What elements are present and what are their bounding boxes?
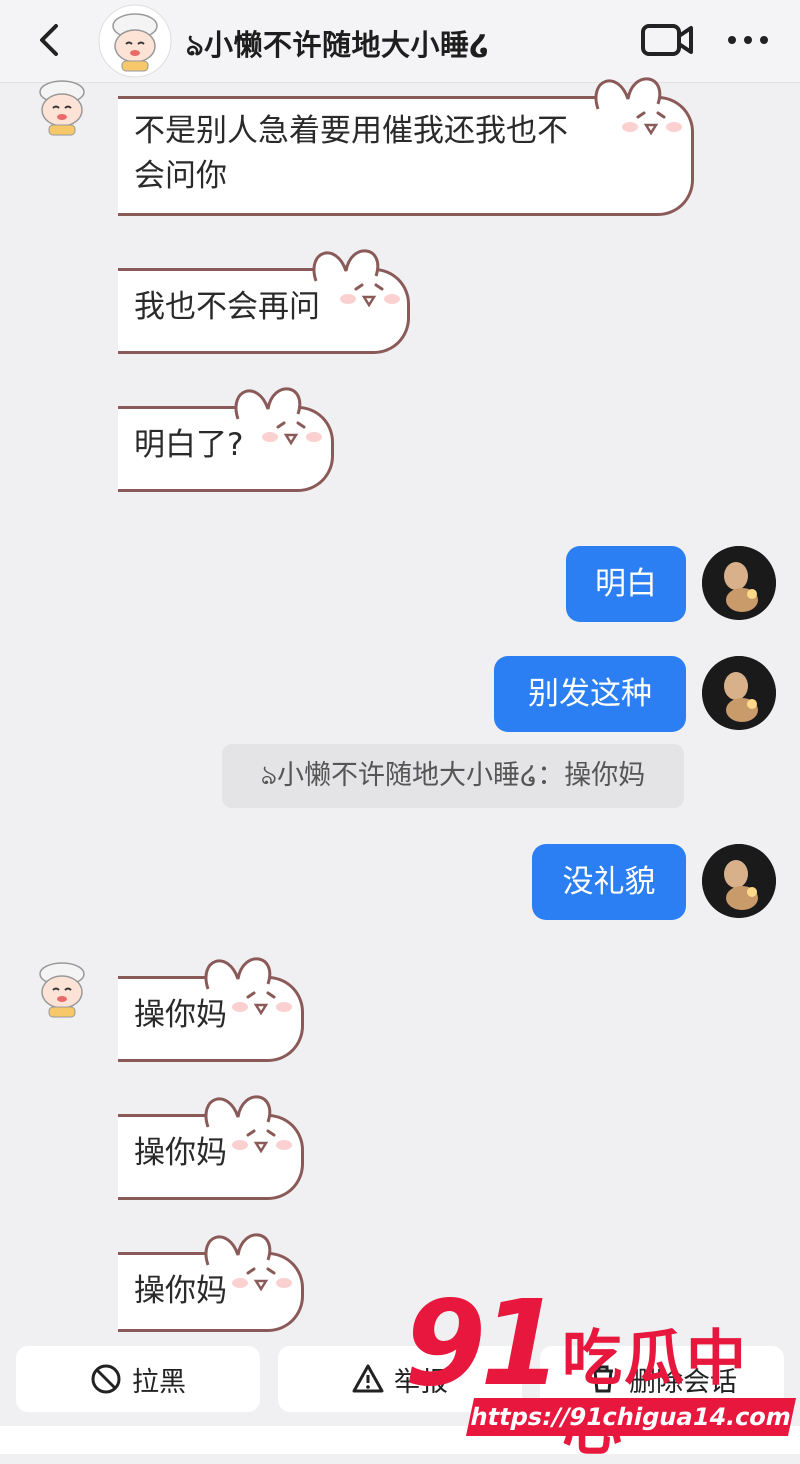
watermark-text: 吃瓜中心 (562, 1324, 748, 1464)
message-text: 别发这种 (528, 676, 652, 712)
incoming-message-bubble[interactable]: 操你妈 (118, 1095, 304, 1200)
block-label: 拉黑 (132, 1366, 186, 1398)
contact-avatar-small[interactable] (24, 70, 100, 146)
user-avatar[interactable] (702, 656, 776, 730)
user-avatar[interactable] (702, 844, 776, 918)
incoming-message-bubble[interactable]: 不是别人急着要用催我还我也不 会问你 (118, 77, 694, 216)
watermark-url: https://91chigua14.com (465, 1398, 797, 1436)
incoming-message-bubble[interactable]: 我也不会再问 (118, 249, 410, 354)
user-avatar[interactable] (702, 546, 776, 620)
message-text: 明白了? (134, 427, 244, 463)
warning-icon (352, 1364, 384, 1393)
back-arrow-icon[interactable] (30, 20, 70, 60)
watermark-number: 91 (404, 1274, 562, 1412)
message-text: 会问你 (134, 158, 227, 194)
incoming-message-bubble[interactable]: 操你妈 (118, 957, 304, 1062)
message-text: 没礼貌 (562, 864, 656, 900)
message-text: 我也不会再问 (134, 289, 320, 325)
block-icon (91, 1364, 121, 1394)
watermark: 91 吃瓜中心 https://91chigua14.com (404, 1274, 800, 1464)
incoming-message-bubble[interactable]: 操你妈 (118, 1233, 304, 1332)
message-text: 操你妈 (134, 1135, 227, 1171)
message-text: 操你妈 (134, 997, 227, 1033)
message-text: 不是别人急着要用催我还我也不 (134, 113, 568, 149)
reply-quote-notice: ঌ小懒不许随地大小睡໒：操你妈 (222, 744, 684, 808)
message-text: 操你妈 (134, 1273, 227, 1309)
chat-title: ঌ小懒不许随地大小睡໒ (186, 28, 491, 62)
video-call-icon[interactable] (640, 20, 694, 60)
outgoing-message-bubble[interactable]: 没礼貌 (532, 844, 686, 920)
incoming-message-bubble[interactable]: 明白了? (118, 387, 334, 492)
outgoing-message-bubble[interactable]: 明白 (566, 546, 686, 622)
block-button[interactable]: 拉黑 (16, 1346, 260, 1412)
contact-avatar[interactable] (98, 4, 172, 78)
message-text: 明白 (595, 566, 657, 602)
outgoing-message-bubble[interactable]: 别发这种 (494, 656, 686, 732)
more-options-icon[interactable] (726, 26, 770, 54)
contact-avatar-small[interactable] (24, 952, 100, 1028)
